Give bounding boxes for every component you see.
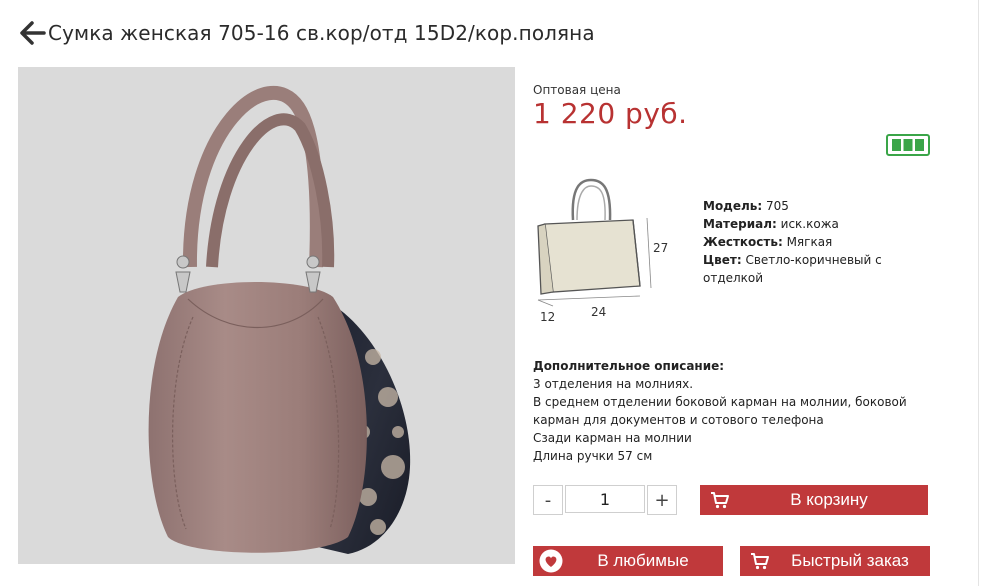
add-to-cart-label: В корзину bbox=[790, 490, 868, 509]
page-header: Сумка женская 705-16 св.кор/отд 15D2/кор… bbox=[20, 18, 595, 48]
product-photo[interactable] bbox=[18, 67, 515, 564]
specs-list: Модель: 705 Материал: иск.кожа Жесткость… bbox=[703, 197, 893, 287]
dimension-height: 27 bbox=[653, 241, 669, 255]
price-label: Оптовая цена bbox=[533, 83, 621, 97]
add-to-cart-button[interactable]: В корзину bbox=[700, 485, 928, 515]
favorites-label: В любимые bbox=[597, 551, 689, 570]
description-line: 3 отделения на молниях. bbox=[533, 377, 694, 391]
spec-color: Цвет: Светло-коричневый с отделкой bbox=[703, 253, 882, 285]
spec-stiffness: Жесткость: Мягкая bbox=[703, 235, 833, 249]
arrow-left-icon[interactable] bbox=[20, 20, 46, 46]
cart-icon bbox=[751, 553, 769, 570]
additional-description: Дополнительное описание: 3 отделения на … bbox=[533, 357, 913, 465]
add-to-favorites-button[interactable]: В любимые bbox=[533, 546, 723, 576]
page-title: Сумка женская 705-16 св.кор/отд 15D2/кор… bbox=[48, 21, 595, 45]
quantity-stepper: - 1 + bbox=[533, 485, 677, 515]
description-line: Длина ручки 57 см bbox=[533, 449, 653, 463]
quantity-plus-button[interactable]: + bbox=[647, 485, 677, 515]
description-line: В среднем отделении боковой карман на мо… bbox=[533, 395, 907, 427]
quick-order-button[interactable]: Быстрый заказ bbox=[740, 546, 930, 576]
bag-image bbox=[148, 85, 411, 554]
spec-material: Материал: иск.кожа bbox=[703, 217, 839, 231]
cart-icon bbox=[711, 492, 729, 509]
spec-model: Модель: 705 bbox=[703, 199, 789, 213]
page-right-border bbox=[978, 0, 979, 586]
quantity-minus-button[interactable]: - bbox=[533, 485, 563, 515]
dimension-width: 24 bbox=[591, 305, 607, 319]
description-line: Сзади карман на молнии bbox=[533, 431, 692, 445]
heart-icon bbox=[539, 549, 563, 573]
price-value: 1 220 руб. bbox=[533, 97, 688, 130]
dimension-depth: 12 bbox=[540, 310, 556, 324]
quick-order-label: Быстрый заказ bbox=[791, 551, 909, 570]
stock-battery-icon bbox=[886, 134, 930, 156]
description-title: Дополнительное описание: bbox=[533, 359, 725, 373]
quantity-input[interactable]: 1 bbox=[565, 485, 645, 513]
